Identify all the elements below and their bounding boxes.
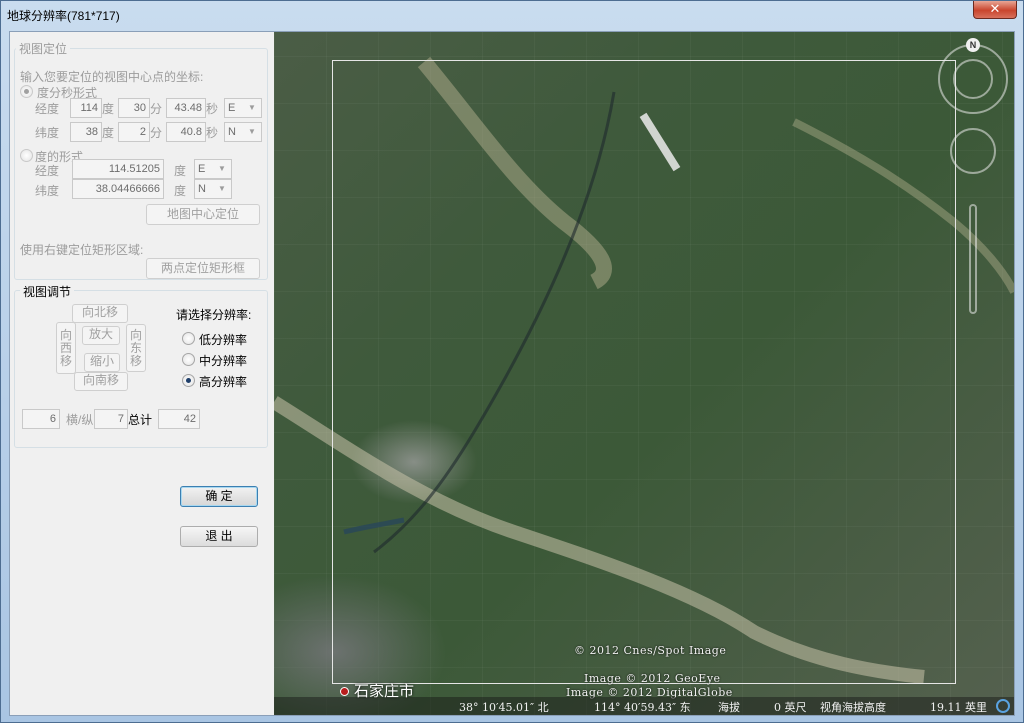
lon-minute-unit: 分 [150,102,163,116]
latitude-label: 纬度 [35,126,60,140]
look-joystick-icon[interactable] [950,128,996,174]
credit-cnes: © 2012 Cnes/Spot Image [574,644,727,657]
move-east-label: 向东移 [129,328,142,368]
close-button[interactable]: ✕ [973,1,1017,19]
low-resolution-radio[interactable] [182,332,195,345]
lon-degree-field[interactable]: 114 [70,98,102,118]
north-icon[interactable]: N [966,38,980,52]
globe-status-icon [996,699,1010,713]
status-view-label: 视角海拔高度 [820,701,886,714]
decimal-latitude-label: 纬度 [35,184,60,198]
zoom-slider[interactable] [969,204,977,314]
ok-button[interactable]: 确 定 [180,486,258,507]
low-resolution-label: 低分辨率 [199,333,248,347]
move-north-button[interactable]: 向北移 [72,304,128,323]
lat-minute-unit: 分 [150,126,163,140]
status-altitude-label: 海拔 [718,701,740,714]
lat-decimal-direction-value: N [198,183,206,195]
lon-degree-unit: 度 [102,102,115,116]
rows-count-field[interactable]: 7 [94,409,128,429]
two-point-rect-button[interactable]: 两点定位矩形框 [146,258,260,279]
high-resolution-radio[interactable] [182,374,195,387]
map-status-bar: 38° 10′45.01″ 北 114° 40′59.43″ 东 海拔 0 英尺… [274,697,1014,715]
exit-button[interactable]: 退 出 [180,526,258,547]
dms-radio[interactable] [20,85,33,98]
credit-geoeye: Image © 2012 GeoEye [584,672,721,685]
lon-decimal-unit: 度 [174,164,187,178]
lon-direction-select[interactable]: E ▼ [224,98,262,118]
lon-second-field[interactable]: 43.48 [166,98,206,118]
chevron-down-icon: ▼ [248,127,256,136]
status-altitude: 0 英尺 [774,701,807,714]
zoom-in-button[interactable]: 放大 [82,326,120,345]
chevron-down-icon: ▼ [248,103,256,112]
total-label: 总计 [128,413,153,427]
lat-decimal-direction-select[interactable]: N ▼ [194,179,232,199]
status-latitude: 38° 10′45.01″ 北 [459,701,549,714]
lat-direction-select[interactable]: N ▼ [224,122,262,142]
cols-rows-label: 横/纵 [66,413,94,427]
rect-locate-prompt: 使用右键定位矩形区域: [20,243,144,257]
client-area: 视图定位 输入您要定位的视图中心点的坐标: 度分秒形式 经度 114 度 30 … [9,31,1015,716]
resolution-prompt: 请选择分辨率: [176,308,252,322]
mid-resolution-radio[interactable] [182,353,195,366]
satellite-map[interactable]: N © 2012 Cnes/Spot Image Image © 2012 Ge… [274,32,1014,715]
lon-direction-value: E [228,102,236,114]
navigation-controls[interactable]: N [938,38,1008,328]
mid-resolution-label: 中分辨率 [199,354,248,368]
move-east-button[interactable]: 向东移 [126,324,146,372]
place-marker-icon[interactable] [340,687,349,696]
lat-second-unit: 秒 [206,126,219,140]
lon-second-unit: 秒 [206,102,219,116]
coordinate-prompt: 输入您要定位的视图中心点的坐标: [20,70,204,84]
move-west-label: 向西移 [59,328,72,368]
lat-decimal-unit: 度 [174,184,187,198]
map-center-locate-button[interactable]: 地图中心定位 [146,204,260,225]
chevron-down-icon: ▼ [218,184,226,193]
chevron-down-icon: ▼ [218,164,226,173]
decimal-longitude-label: 经度 [35,164,60,178]
lon-minute-field[interactable]: 30 [118,98,150,118]
lat-degree-field[interactable]: 38 [70,122,102,142]
move-south-button[interactable]: 向南移 [74,372,128,391]
lat-second-field[interactable]: 40.8 [166,122,206,142]
move-west-button[interactable]: 向西移 [56,322,76,374]
decimal-radio[interactable] [20,149,33,162]
zoom-out-button[interactable]: 缩小 [84,353,120,372]
lon-decimal-direction-value: E [198,163,206,175]
selection-frame [332,60,956,684]
lat-direction-value: N [228,126,236,138]
lat-decimal-field[interactable]: 38.04466666 [72,179,164,199]
total-count-field[interactable]: 42 [158,409,200,429]
view-adjust-title: 视图调节 [20,283,75,300]
status-view-altitude: 19.11 英里 [930,701,987,714]
lat-degree-unit: 度 [102,126,115,140]
high-resolution-label: 高分辨率 [199,375,248,389]
window-title: 地球分辨率(781*717) [7,9,120,23]
view-locate-title: 视图定位 [16,40,71,57]
lon-decimal-field[interactable]: 114.51205 [72,159,164,179]
lon-decimal-direction-select[interactable]: E ▼ [194,159,232,179]
longitude-label: 经度 [35,102,60,116]
status-longitude: 114° 40′59.43″ 东 [594,701,691,714]
lat-minute-field[interactable]: 2 [118,122,150,142]
compass-inner-icon [953,59,993,99]
app-window: 地球分辨率(781*717) ✕ 视图定位 输入您要定位的视图中心点的坐标: 度… [0,0,1024,723]
control-panel: 视图定位 输入您要定位的视图中心点的坐标: 度分秒形式 经度 114 度 30 … [10,32,274,715]
title-bar: 地球分辨率(781*717) ✕ [1,1,1023,31]
cols-count-field[interactable]: 6 [22,409,60,429]
